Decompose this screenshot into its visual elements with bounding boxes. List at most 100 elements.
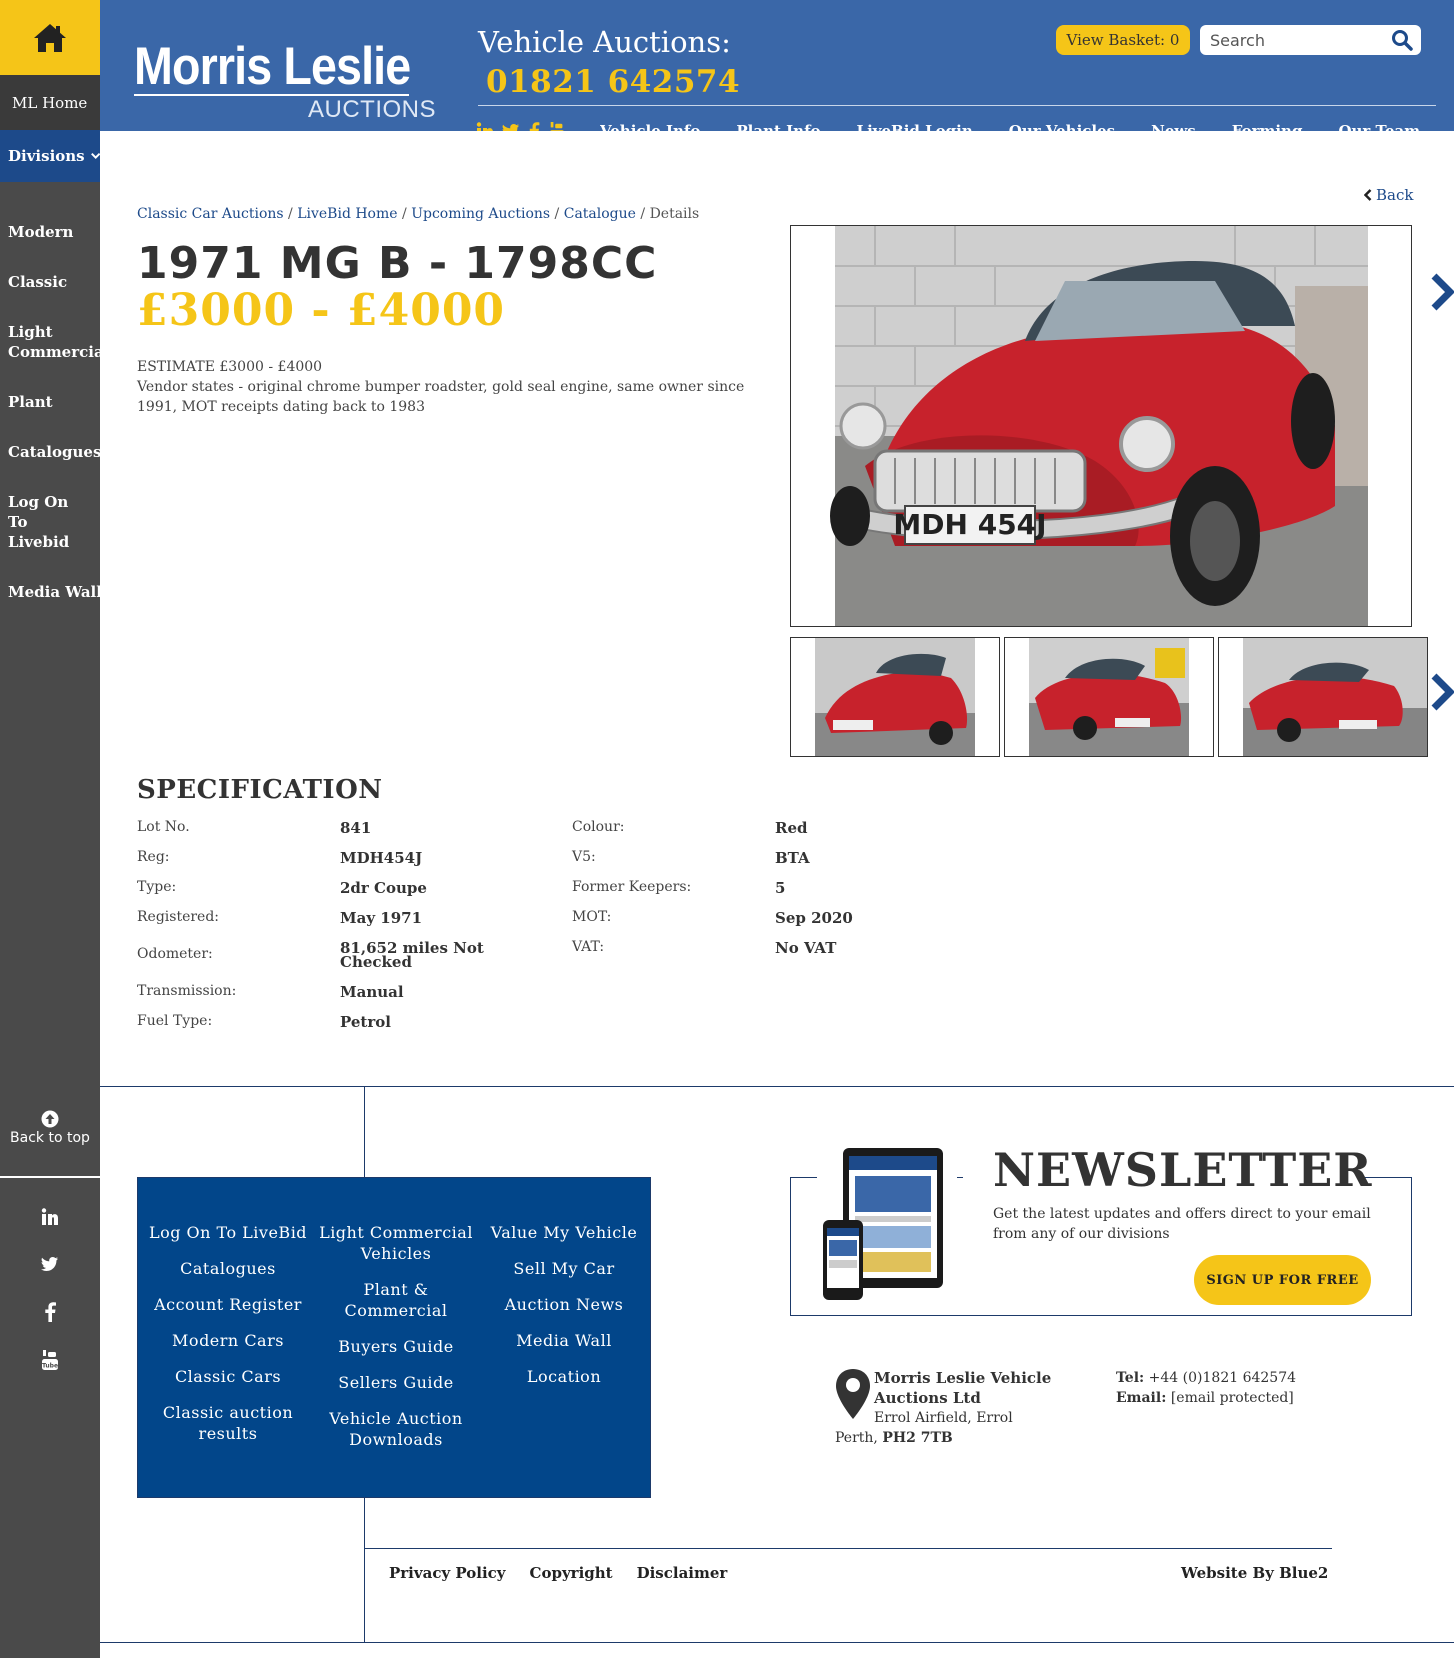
linkedin-icon[interactable] (476, 122, 494, 131)
divisions-label: Divisions (8, 147, 85, 165)
breadcrumb-link[interactable]: LiveBid Home (297, 206, 397, 222)
footer-link[interactable]: Sell My Car (484, 1258, 644, 1279)
header-phone-number[interactable]: 01821 642574 (486, 64, 740, 100)
chevron-right-icon[interactable] (1430, 272, 1454, 312)
top-nav-item[interactable]: Vehicle Info (600, 122, 700, 131)
top-nav-item[interactable]: Our Team (1338, 122, 1420, 131)
sidebar-item-plant[interactable]: Plant (0, 392, 100, 412)
header-social-links (476, 122, 566, 131)
logo-name: Morris Leslie (134, 37, 411, 96)
back-label: Back (1376, 186, 1414, 204)
top-nav-item[interactable]: Our Vehicles (1009, 122, 1115, 131)
company-contact: Tel: +44 (0)1821 642574 Email: [email pr… (1116, 1368, 1296, 1408)
top-navigation: Vehicle Info Plant Info LiveBid Login Ou… (600, 122, 1436, 131)
svg-text:Tube: Tube (42, 1363, 58, 1370)
footer-link[interactable]: Log On To LiveBid (148, 1222, 308, 1243)
spec-label: Lot No. (137, 819, 190, 835)
home-button[interactable] (0, 0, 100, 75)
footer-link[interactable]: Value My Vehicle (484, 1222, 644, 1243)
email-link[interactable]: [email protected] (1171, 1390, 1294, 1406)
sidebar-item-modern[interactable]: Modern (0, 222, 100, 242)
footer-link[interactable]: Sellers Guide (314, 1372, 478, 1393)
back-link[interactable]: Back (1364, 186, 1413, 204)
spec-label: Fuel Type: (137, 1013, 213, 1029)
footer-divider (100, 1086, 1454, 1087)
main-vehicle-photo[interactable]: MDH 454J (790, 225, 1412, 627)
car-photo: MDH 454J (791, 226, 1411, 626)
vendor-description: Vendor states - original chrome bumper r… (137, 379, 745, 415)
spec-label: Registered: (137, 909, 220, 925)
footer-link[interactable]: Plant & Commercial (314, 1279, 478, 1321)
sidebar-item-media-wall[interactable]: Media Wall (0, 582, 100, 602)
breadcrumb-link[interactable]: Classic Car Auctions (137, 206, 284, 222)
postcode: PH2 7TB (882, 1430, 953, 1446)
youtube-icon[interactable] (548, 122, 566, 131)
spec-label: Odometer: (137, 946, 213, 962)
footer-link[interactable]: Classic Cars (148, 1366, 308, 1387)
sidebar-item-classic[interactable]: Classic (0, 272, 100, 292)
disclaimer-link[interactable]: Disclaimer (637, 1564, 728, 1582)
footer-link[interactable]: Modern Cars (148, 1330, 308, 1351)
chevron-right-icon[interactable] (1430, 672, 1454, 712)
spec-value: Manual (340, 983, 404, 1001)
back-to-top-button[interactable]: Back to top (0, 1110, 100, 1146)
sidebar-item-catalogues[interactable]: Catalogues (0, 442, 100, 462)
footer-link[interactable]: Media Wall (484, 1330, 644, 1351)
footer-end-divider (100, 1642, 1454, 1643)
tel-label: Tel: (1116, 1370, 1145, 1386)
division-nav: Modern Classic Light Commercial Plant Ca… (0, 222, 100, 632)
chevron-left-icon (1364, 189, 1372, 201)
top-nav-item[interactable]: News (1151, 122, 1196, 131)
sidebar-youtube-link[interactable]: Tube (0, 1350, 100, 1374)
email-label: Email: (1116, 1390, 1167, 1406)
website-credit-link[interactable]: Website By Blue2 (1181, 1564, 1328, 1582)
estimate-text: ESTIMATE £3000 - £4000 (137, 359, 323, 375)
footer-link[interactable]: Light Commercial Vehicles (314, 1222, 478, 1264)
breadcrumb-link[interactable]: Catalogue (564, 206, 636, 222)
left-sidebar: ML Home Divisions Modern Classic Light C… (0, 0, 100, 1658)
sidebar-divider (0, 1176, 100, 1178)
company-address: Morris Leslie Vehicle Auctions Ltd Errol… (835, 1368, 1063, 1448)
sidebar-twitter-link[interactable] (0, 1256, 100, 1276)
view-basket-button[interactable]: View Basket: 0 (1056, 25, 1190, 55)
footer-links-panel: Log On To LiveBid Catalogues Account Reg… (137, 1177, 651, 1498)
footer-link[interactable]: Catalogues (148, 1258, 308, 1279)
footer-link[interactable]: Buyers Guide (314, 1336, 478, 1357)
privacy-policy-link[interactable]: Privacy Policy (389, 1564, 506, 1582)
spec-label: MOT: (572, 909, 612, 925)
footer-link[interactable]: Classic auction results (148, 1402, 308, 1444)
search-icon[interactable] (1391, 29, 1413, 51)
breadcrumb-link[interactable]: Upcoming Auctions (411, 206, 550, 222)
footer-links-column: Value My Vehicle Sell My Car Auction New… (484, 1222, 644, 1402)
morris-leslie-logo[interactable]: Morris Leslie AUCTIONS (134, 37, 448, 123)
thumbnail-1[interactable] (790, 637, 1000, 757)
footer-link[interactable]: Account Register (148, 1294, 308, 1315)
sidebar-item-log-on-livebid[interactable]: Log On To Livebid (0, 492, 100, 552)
divisions-dropdown[interactable]: Divisions (0, 130, 100, 182)
top-nav-item[interactable]: Forming (1232, 122, 1303, 131)
footer-link[interactable]: Auction News (484, 1294, 644, 1315)
sidebar-linkedin-link[interactable] (0, 1208, 100, 1230)
copyright-link[interactable]: Copyright (530, 1564, 613, 1582)
twitter-icon[interactable] (502, 122, 520, 131)
facebook-icon[interactable] (528, 122, 540, 131)
sidebar-facebook-link[interactable] (0, 1302, 100, 1326)
thumbnail-3[interactable] (1218, 637, 1428, 757)
sidebar-item-light-commercial[interactable]: Light Commercial (0, 322, 100, 362)
spec-label: Former Keepers: (572, 879, 692, 895)
breadcrumb: Classic Car Auctions / LiveBid Home / Up… (137, 206, 700, 222)
lot-title: 1971 MG B - 1798CC (137, 238, 658, 289)
devices-illustration (823, 1148, 943, 1300)
top-nav-item[interactable]: Plant Info (736, 122, 820, 131)
tel-link[interactable]: +44 (0)1821 642574 (1149, 1370, 1296, 1386)
search-input[interactable] (1210, 30, 1390, 50)
arrow-up-circle-icon (41, 1110, 59, 1128)
lot-price-estimate: £3000 - £4000 (137, 285, 506, 336)
top-nav-item[interactable]: LiveBid Login (857, 122, 973, 131)
thumbnail-2[interactable] (1004, 637, 1214, 757)
footer-link[interactable]: Location (484, 1366, 644, 1387)
ml-home-link[interactable]: ML Home (0, 75, 100, 130)
spec-value: 841 (340, 819, 372, 837)
newsletter-signup-button[interactable]: SIGN UP FOR FREE (1194, 1255, 1371, 1305)
footer-link[interactable]: Vehicle Auction Downloads (314, 1408, 478, 1450)
